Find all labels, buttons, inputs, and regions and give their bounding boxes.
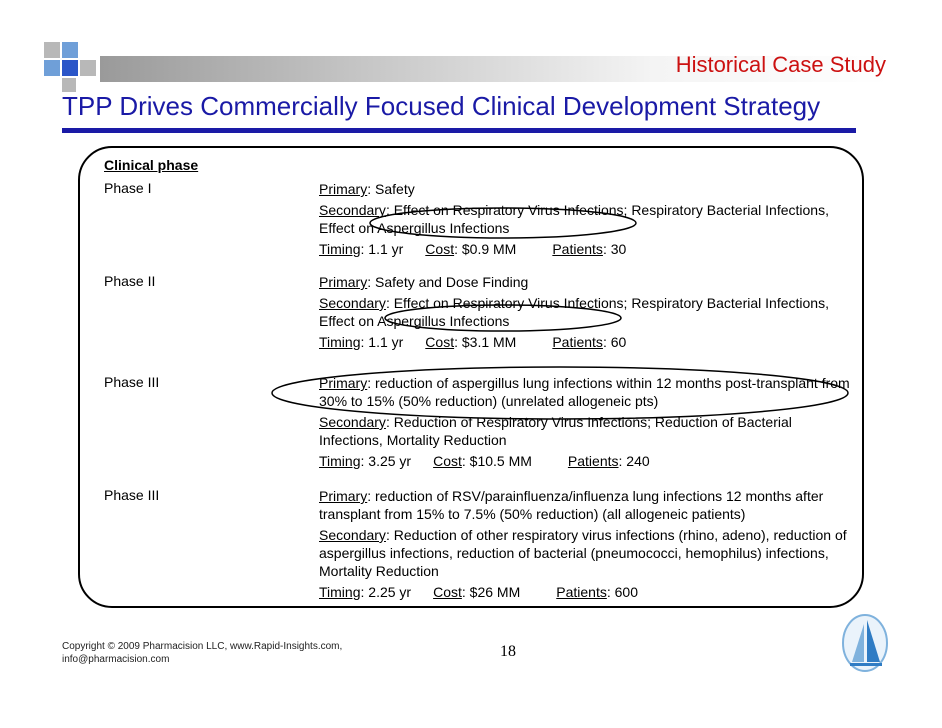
cost-value: : $10.5 MM: [461, 453, 532, 469]
secondary-text: : Reduction of other respiratory virus i…: [319, 527, 847, 579]
primary-label: Primary: [319, 488, 368, 504]
clinical-phase-header: Clinical phase: [104, 157, 199, 173]
primary-text: : Safety and Dose Finding: [367, 274, 529, 290]
primary-line: Primary: Safety and Dose Finding: [319, 273, 854, 291]
patients-label: Patients: [556, 584, 607, 600]
timing-label: Timing: [319, 453, 361, 469]
case-study-kicker: Historical Case Study: [675, 52, 886, 77]
cost-label: Cost: [433, 453, 462, 469]
phase-description: Primary: Safety Secondary: Effect on Res…: [319, 180, 854, 261]
secondary-line: Secondary: Reduction of Respiratory Viru…: [319, 413, 854, 449]
contact-email: info@pharmacision.com: [62, 654, 170, 665]
patients-value: : 30: [602, 241, 627, 257]
timing-value: : 1.1 yr: [360, 241, 404, 257]
timing-value: : 1.1 yr: [360, 334, 404, 350]
secondary-line: Secondary: Effect on Respiratory Virus I…: [319, 294, 854, 330]
phase-description: Primary: Safety and Dose Finding Seconda…: [319, 273, 854, 354]
copyright-notice: Copyright © 2009 Pharmacision LLC, www.R…: [62, 640, 342, 666]
secondary-line: Secondary: Reduction of other respirator…: [319, 526, 854, 580]
timing-value: : 3.25 yr: [360, 453, 412, 469]
cost-value: : $3.1 MM: [454, 334, 517, 350]
secondary-text: : Reduction of Respiratory Virus Infecti…: [319, 414, 792, 448]
secondary-label: Secondary: [319, 414, 386, 430]
decorative-squares: [44, 42, 96, 92]
timing-line: Timing: 1.1 yr Cost: $0.9 MM Patients: 30: [319, 240, 854, 258]
patients-value: : 240: [618, 453, 650, 469]
phase-description: Primary: reduction of RSV/parainfluenza/…: [319, 487, 854, 604]
cost-value: : $26 MM: [461, 584, 521, 600]
timing-label: Timing: [319, 584, 361, 600]
secondary-label: Secondary: [319, 295, 386, 311]
primary-line: Primary: Safety: [319, 180, 854, 198]
phase-name: Phase I: [104, 180, 152, 196]
slide-title: TPP Drives Commercially Focused Clinical…: [62, 91, 821, 121]
secondary-label: Secondary: [319, 202, 386, 218]
primary-line: Primary: reduction of aspergillus lung i…: [319, 374, 854, 410]
secondary-line: Secondary: Effect on Respiratory Virus I…: [319, 201, 854, 237]
primary-label: Primary: [319, 274, 368, 290]
primary-label: Primary: [319, 181, 368, 197]
title-underline: [62, 128, 856, 133]
cost-value: : $0.9 MM: [454, 241, 517, 257]
primary-line: Primary: reduction of RSV/parainfluenza/…: [319, 487, 854, 523]
timing-line: Timing: 1.1 yr Cost: $3.1 MM Patients: 60: [319, 333, 854, 351]
secondary-text: : Effect on Respiratory Virus Infections…: [319, 202, 829, 236]
primary-text: : reduction of RSV/parainfluenza/influen…: [319, 488, 824, 522]
cost-label: Cost: [425, 241, 455, 257]
copyright-line: Copyright © 2009 Pharmacision LLC, www.R…: [62, 641, 343, 652]
cost-label: Cost: [433, 584, 462, 600]
secondary-text: : Effect on Respiratory Virus Infections…: [319, 295, 829, 329]
patients-value: : 600: [606, 584, 638, 600]
timing-label: Timing: [319, 241, 361, 257]
patients-label: Patients: [567, 453, 619, 469]
phase-name: Phase III: [104, 374, 160, 390]
timing-line: Timing: 3.25 yr Cost: $10.5 MM Patients: 2…: [319, 452, 854, 470]
timing-label: Timing: [319, 334, 361, 350]
sailboat-logo-icon: [842, 614, 888, 672]
patients-label: Patients: [552, 334, 603, 350]
secondary-label: Secondary: [319, 527, 386, 543]
patients-value: : 60: [602, 334, 627, 350]
primary-text: : Safety: [367, 181, 415, 197]
page-number: 18: [500, 643, 516, 660]
phase-name: Phase III: [104, 487, 160, 503]
timing-line: Timing: 2.25 yr Cost: $26 MM Patients: 600: [319, 583, 854, 601]
phase-description: Primary: reduction of aspergillus lung i…: [319, 374, 854, 473]
patients-label: Patients: [552, 241, 603, 257]
phase-name: Phase II: [104, 273, 156, 289]
timing-value: : 2.25 yr: [360, 584, 412, 600]
primary-text: : reduction of aspergillus lung infectio…: [319, 375, 850, 409]
cost-label: Cost: [425, 334, 455, 350]
primary-label: Primary: [319, 375, 368, 391]
